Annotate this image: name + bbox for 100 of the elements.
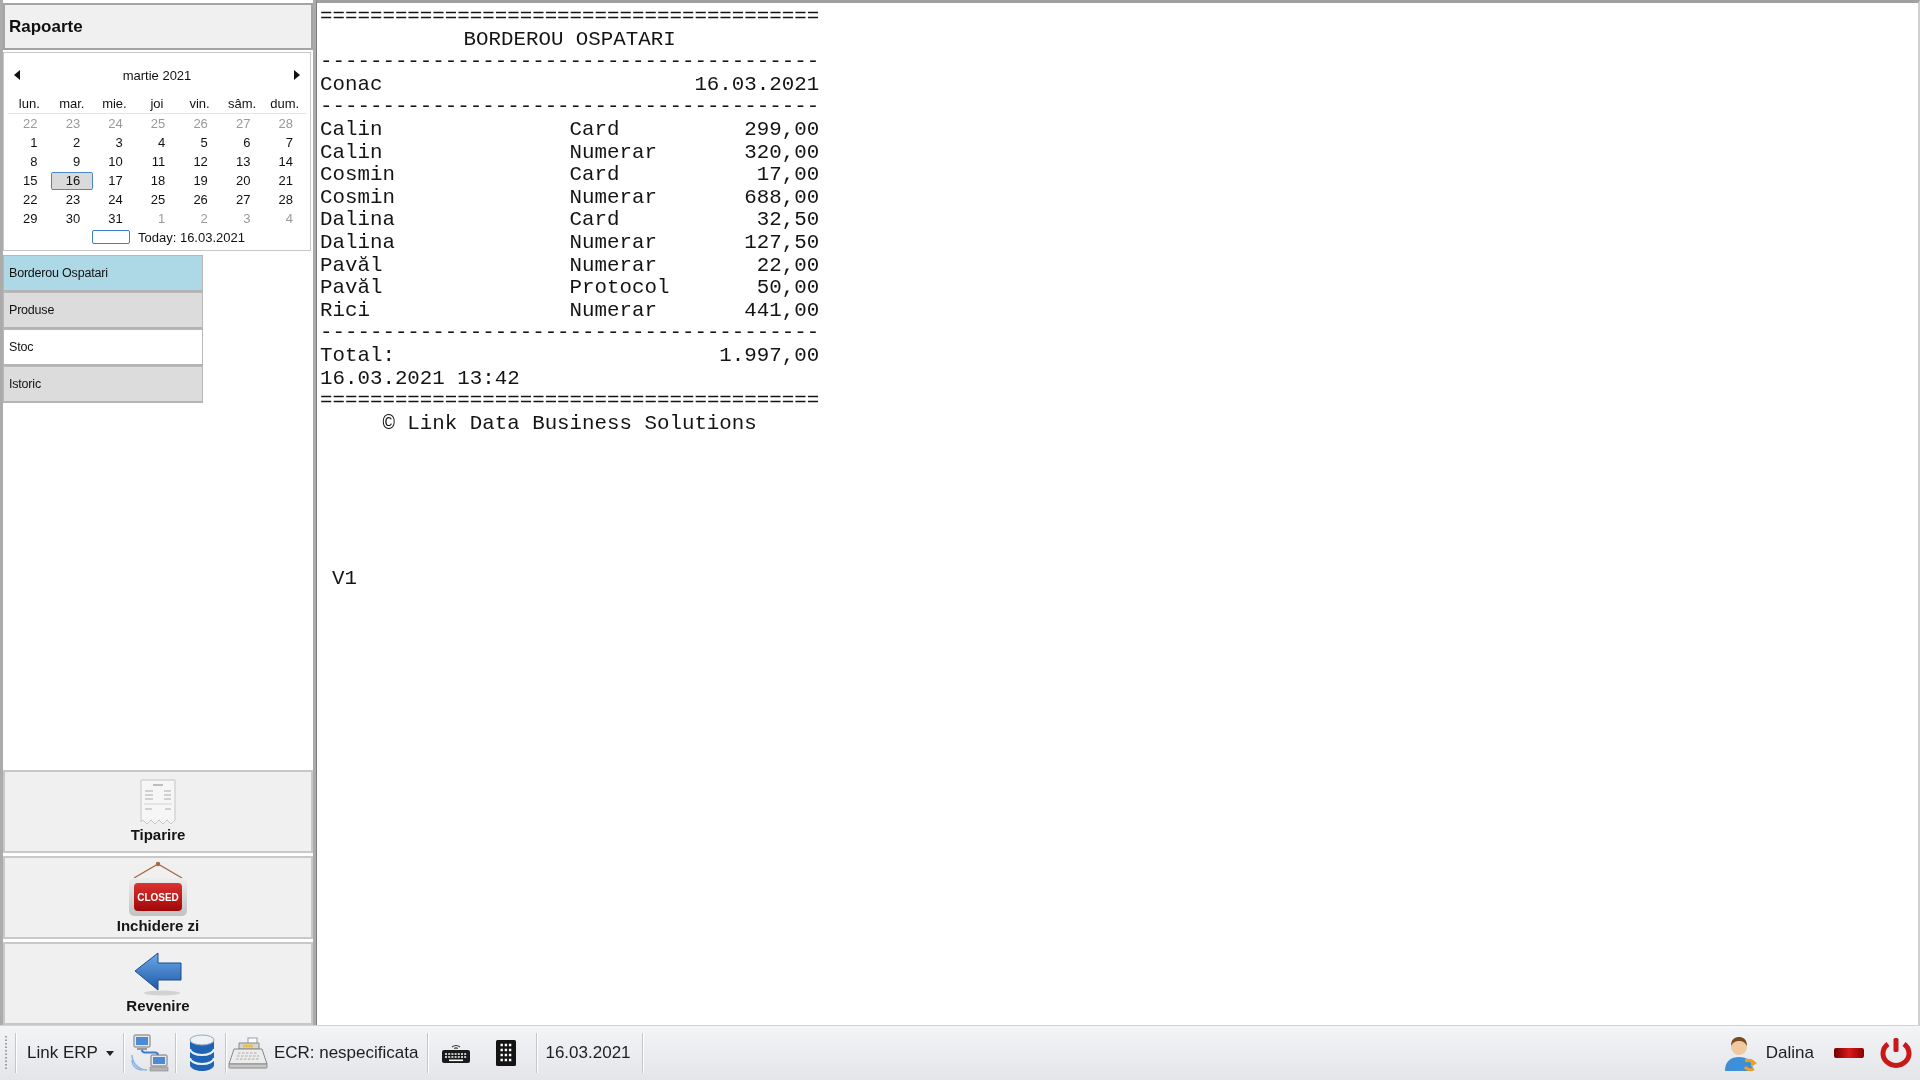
calendar-day[interactable]: 7 <box>263 134 306 152</box>
payment-method: Card <box>569 164 620 187</box>
payment-method: Card <box>569 118 620 142</box>
summary-value: 1.997,00 <box>719 344 820 368</box>
separator-line: ---------------------------------------- <box>320 50 820 74</box>
left-arrow-icon <box>134 952 182 996</box>
amount: 320,00 <box>744 141 820 165</box>
amount: 299,00 <box>744 118 820 142</box>
keyboard-icon[interactable] <box>442 1043 471 1063</box>
power-icon[interactable] <box>1878 1037 1914 1069</box>
calendar-day[interactable]: 29 <box>8 210 51 228</box>
payment-method: Numerar <box>569 299 657 323</box>
report-item[interactable]: Borderou Ospatari <box>3 255 203 292</box>
summary-label: Conac <box>320 73 383 97</box>
payment-method: Numerar <box>569 186 657 210</box>
separator-line: ---------------------------------------- <box>320 95 820 119</box>
weekday-label: mar. <box>59 96 85 111</box>
waiter-name: Pavăl <box>320 277 383 300</box>
user-icon[interactable] <box>1723 1034 1758 1072</box>
calendar-day[interactable]: 20 <box>220 172 264 190</box>
calendar-day[interactable]: 12 <box>178 153 221 171</box>
amount: 441,00 <box>744 299 820 323</box>
weekday-label: dum. <box>270 96 300 111</box>
calendar-day[interactable]: 2 <box>50 134 94 152</box>
calendar-day[interactable]: 31 <box>93 210 136 228</box>
separator-line: ---------------------------------------- <box>320 321 820 345</box>
previous-month-button[interactable] <box>14 70 20 80</box>
user-name: Dalina <box>1765 1043 1814 1063</box>
waiter-name: Pavăl <box>320 254 383 278</box>
waiter-name: Calin <box>320 141 383 165</box>
calendar-day[interactable]: 21 <box>263 172 306 190</box>
report-item[interactable]: Istoric <box>3 366 203 403</box>
calendar-day[interactable]: 23 <box>50 191 94 209</box>
payment-method: Numerar <box>569 254 657 278</box>
grip-icon[interactable] <box>4 1036 8 1070</box>
calendar-day[interactable]: 13 <box>220 153 264 171</box>
today-marker-icon <box>92 230 130 244</box>
timestamp-text: 16.03.2021 13:42 <box>320 366 520 390</box>
waiter-name: Cosmin <box>320 186 395 210</box>
app-menu-button[interactable]: Link ERP <box>27 1043 114 1063</box>
today-label[interactable]: Today: 16.03.2021 <box>138 229 245 245</box>
calendar-day[interactable]: 22 <box>8 191 51 209</box>
calendar-day[interactable]: 17 <box>93 172 136 190</box>
close-day-button[interactable]: CLOSED Inchidere zi <box>3 856 313 939</box>
summary-value: 16.03.2021 <box>694 73 820 97</box>
payment-method: Protocol <box>569 277 670 300</box>
amount: 32,50 <box>756 209 820 232</box>
payment-method: Card <box>569 209 620 232</box>
version-label: V1 <box>332 567 357 591</box>
network-icon[interactable] <box>130 1034 169 1072</box>
weekday-label: sâm. <box>228 96 257 111</box>
panel-title: Rapoarte <box>3 3 313 50</box>
calendar-day[interactable]: 10 <box>93 153 136 171</box>
calendar-day[interactable]: 19 <box>178 172 221 190</box>
separator-line: ======================================== <box>320 5 820 28</box>
receipt-title: BORDEROU OSPATARI <box>463 27 676 51</box>
calendar-day[interactable]: 9 <box>50 153 94 171</box>
month-label: martie 2021 <box>122 67 192 83</box>
calendar-day[interactable]: 27 <box>220 191 264 209</box>
calendar-day[interactable]: 18 <box>135 172 179 190</box>
keypad-icon[interactable] <box>496 1040 517 1066</box>
amount: 127,50 <box>744 231 820 255</box>
caret-icon <box>105 1050 114 1056</box>
weekday-label: vin. <box>189 96 210 111</box>
calendar-day[interactable]: 15 <box>8 172 51 190</box>
payment-method: Numerar <box>569 231 657 255</box>
calendar-day[interactable]: 14 <box>263 153 306 171</box>
calendar-day[interactable]: 4 <box>135 134 179 152</box>
report-item[interactable]: Produse <box>3 292 203 329</box>
calendar-day[interactable]: 5 <box>178 134 221 152</box>
calendar-day[interactable]: 24 <box>93 191 136 209</box>
separator-line: ======================================== <box>320 389 820 413</box>
right-triangle-icon <box>294 70 300 80</box>
waiter-name: Rici <box>320 299 370 323</box>
calendar-day[interactable]: 25 <box>135 191 179 209</box>
calendar-day[interactable]: 30 <box>50 210 94 228</box>
waiter-name: Cosmin <box>320 164 395 187</box>
database-icon[interactable] <box>188 1034 215 1072</box>
calendar-day[interactable]: 8 <box>8 153 51 171</box>
calendar-day[interactable]: 28 <box>263 191 306 209</box>
print-button[interactable]: Tiparire <box>3 770 313 853</box>
waiter-name: Calin <box>320 118 383 142</box>
closed-sign: CLOSED <box>129 860 187 916</box>
calendar-day[interactable]: 16 <box>50 172 94 190</box>
report-item[interactable]: Stoc <box>3 329 203 366</box>
calendar-day[interactable]: 1 <box>8 134 51 152</box>
weekday-label: joi <box>150 96 164 111</box>
status-date: 16.03.2021 <box>545 1043 631 1063</box>
calendar-day[interactable]: 6 <box>220 134 264 152</box>
receipt-icon <box>140 779 176 825</box>
copyright-text: © Link Data Business Solutions <box>382 411 757 435</box>
calendar-day[interactable]: 26 <box>178 191 221 209</box>
summary-label: Total: <box>320 344 395 368</box>
amount: 22,00 <box>756 254 820 278</box>
back-button[interactable]: Revenire <box>3 942 313 1025</box>
calendar-day[interactable]: 11 <box>135 153 179 171</box>
amount: 50,00 <box>756 277 820 300</box>
next-month-button[interactable] <box>294 70 300 80</box>
calendar-day[interactable]: 3 <box>93 134 136 152</box>
weekday-label: lun. <box>18 96 40 111</box>
